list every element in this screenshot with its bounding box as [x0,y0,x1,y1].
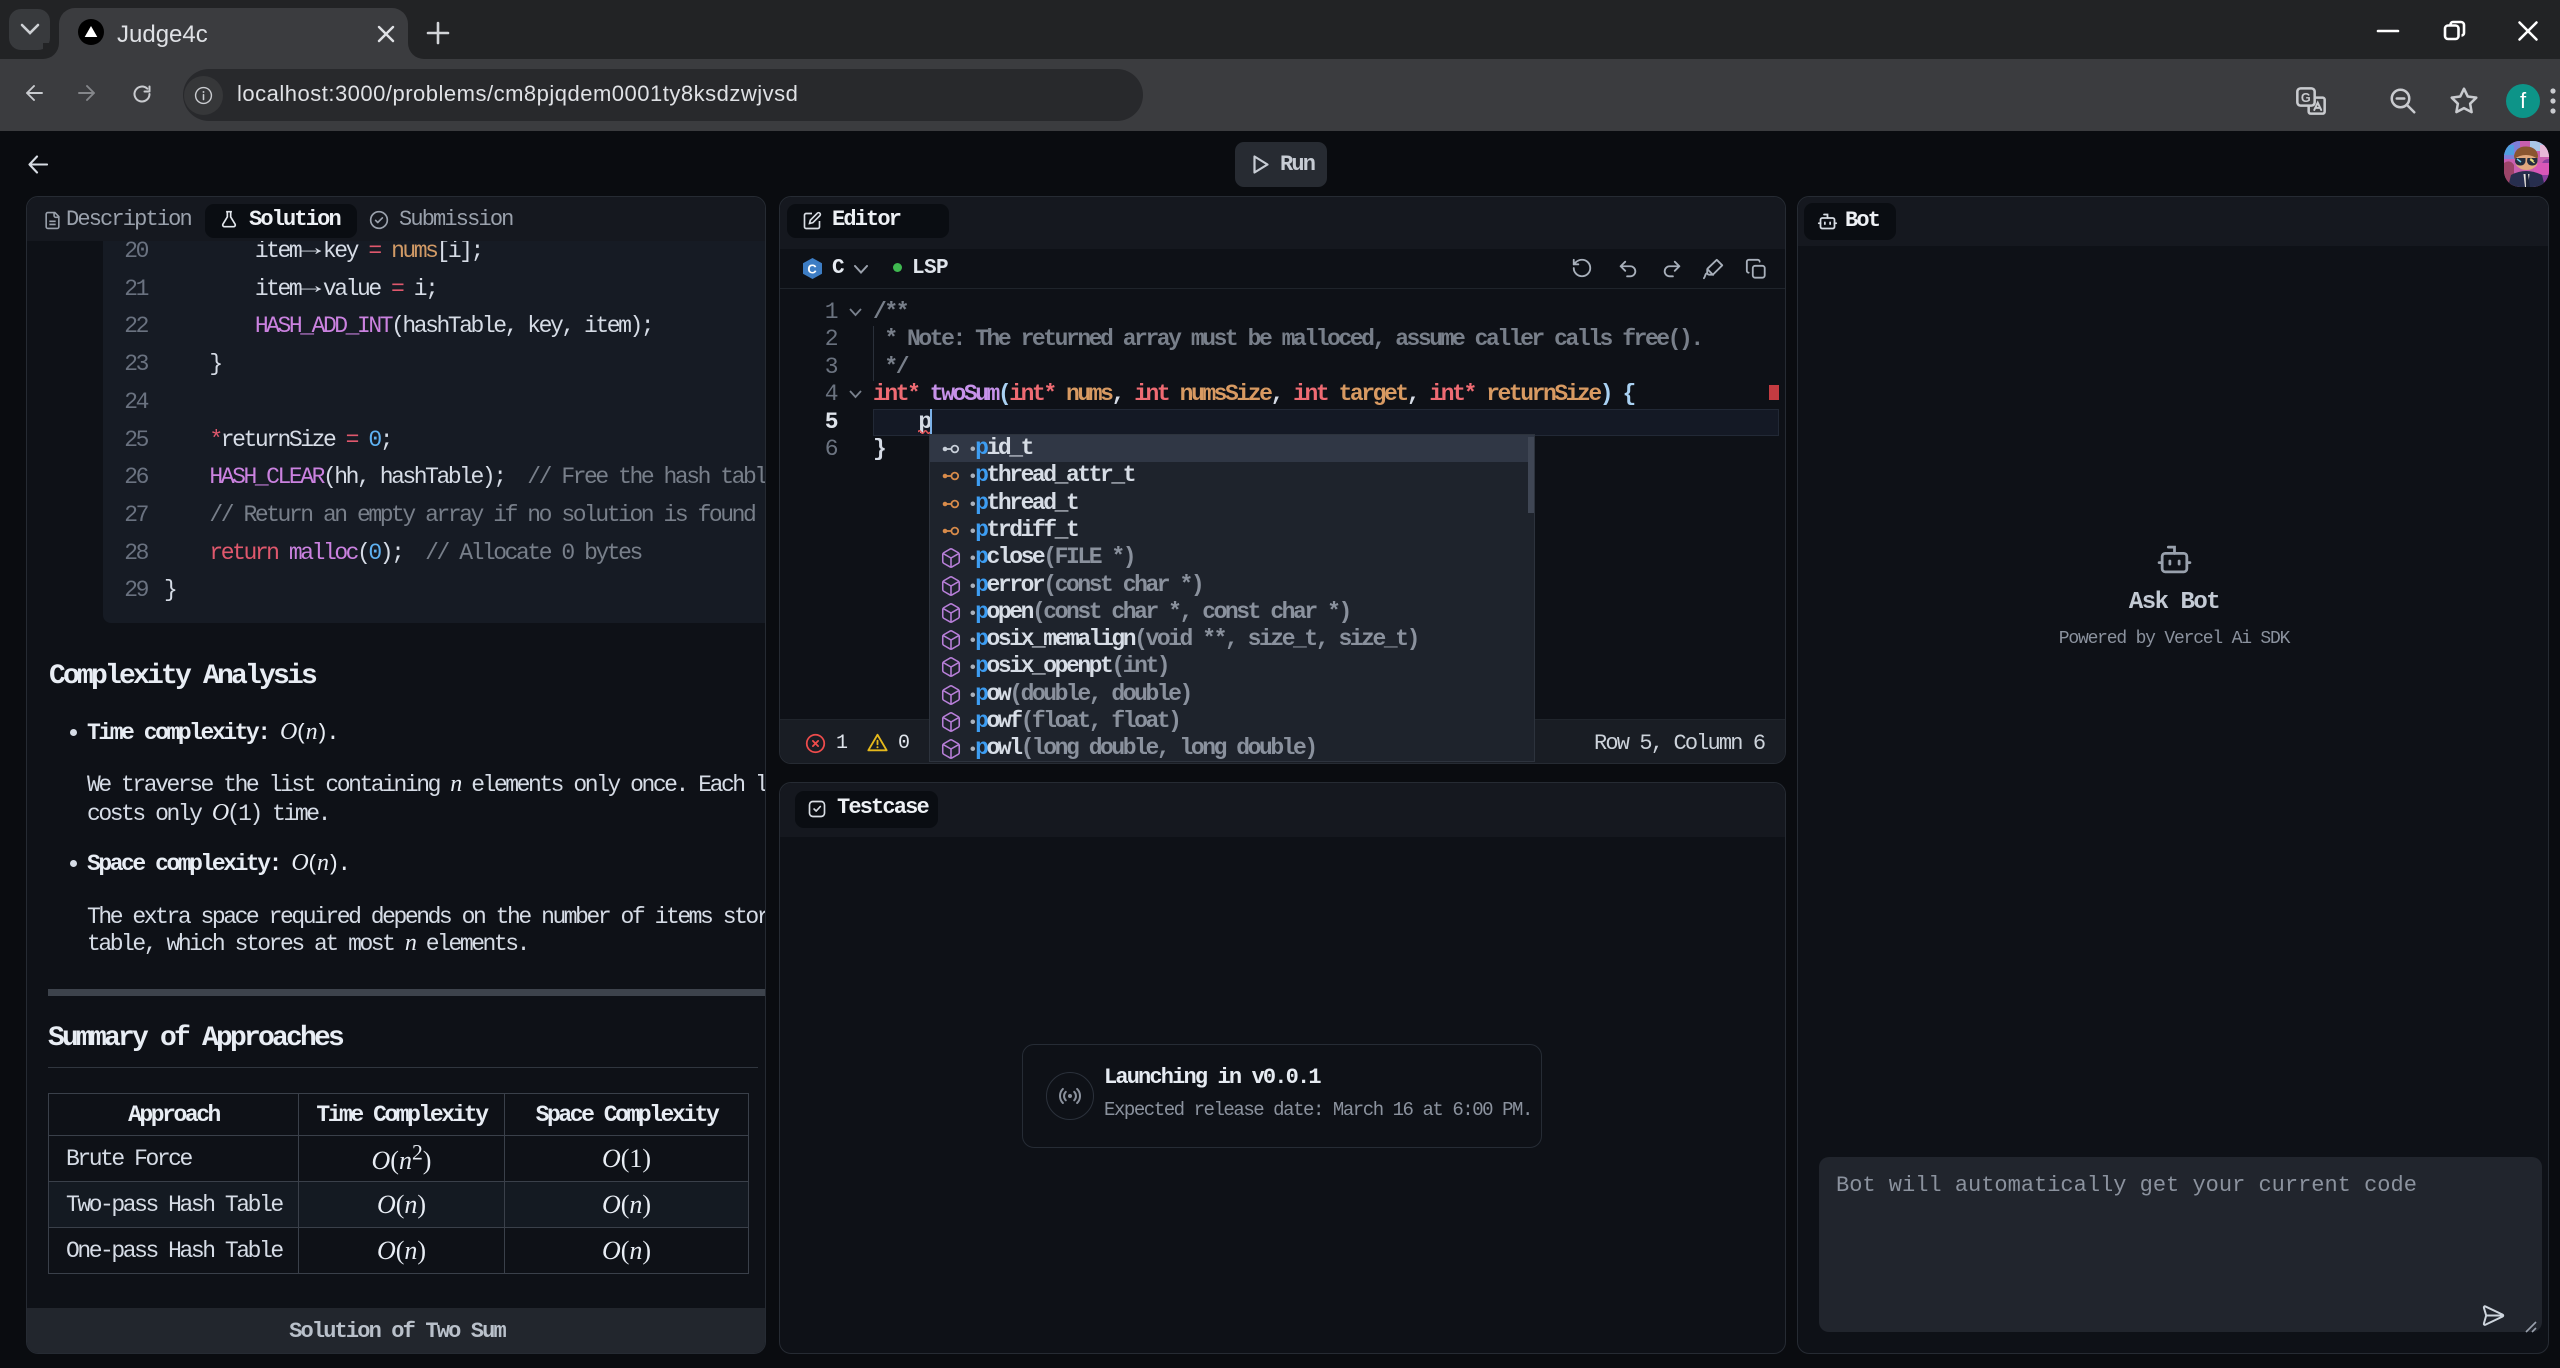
svg-text:G: G [2301,91,2311,105]
svg-text:C: C [807,262,817,277]
